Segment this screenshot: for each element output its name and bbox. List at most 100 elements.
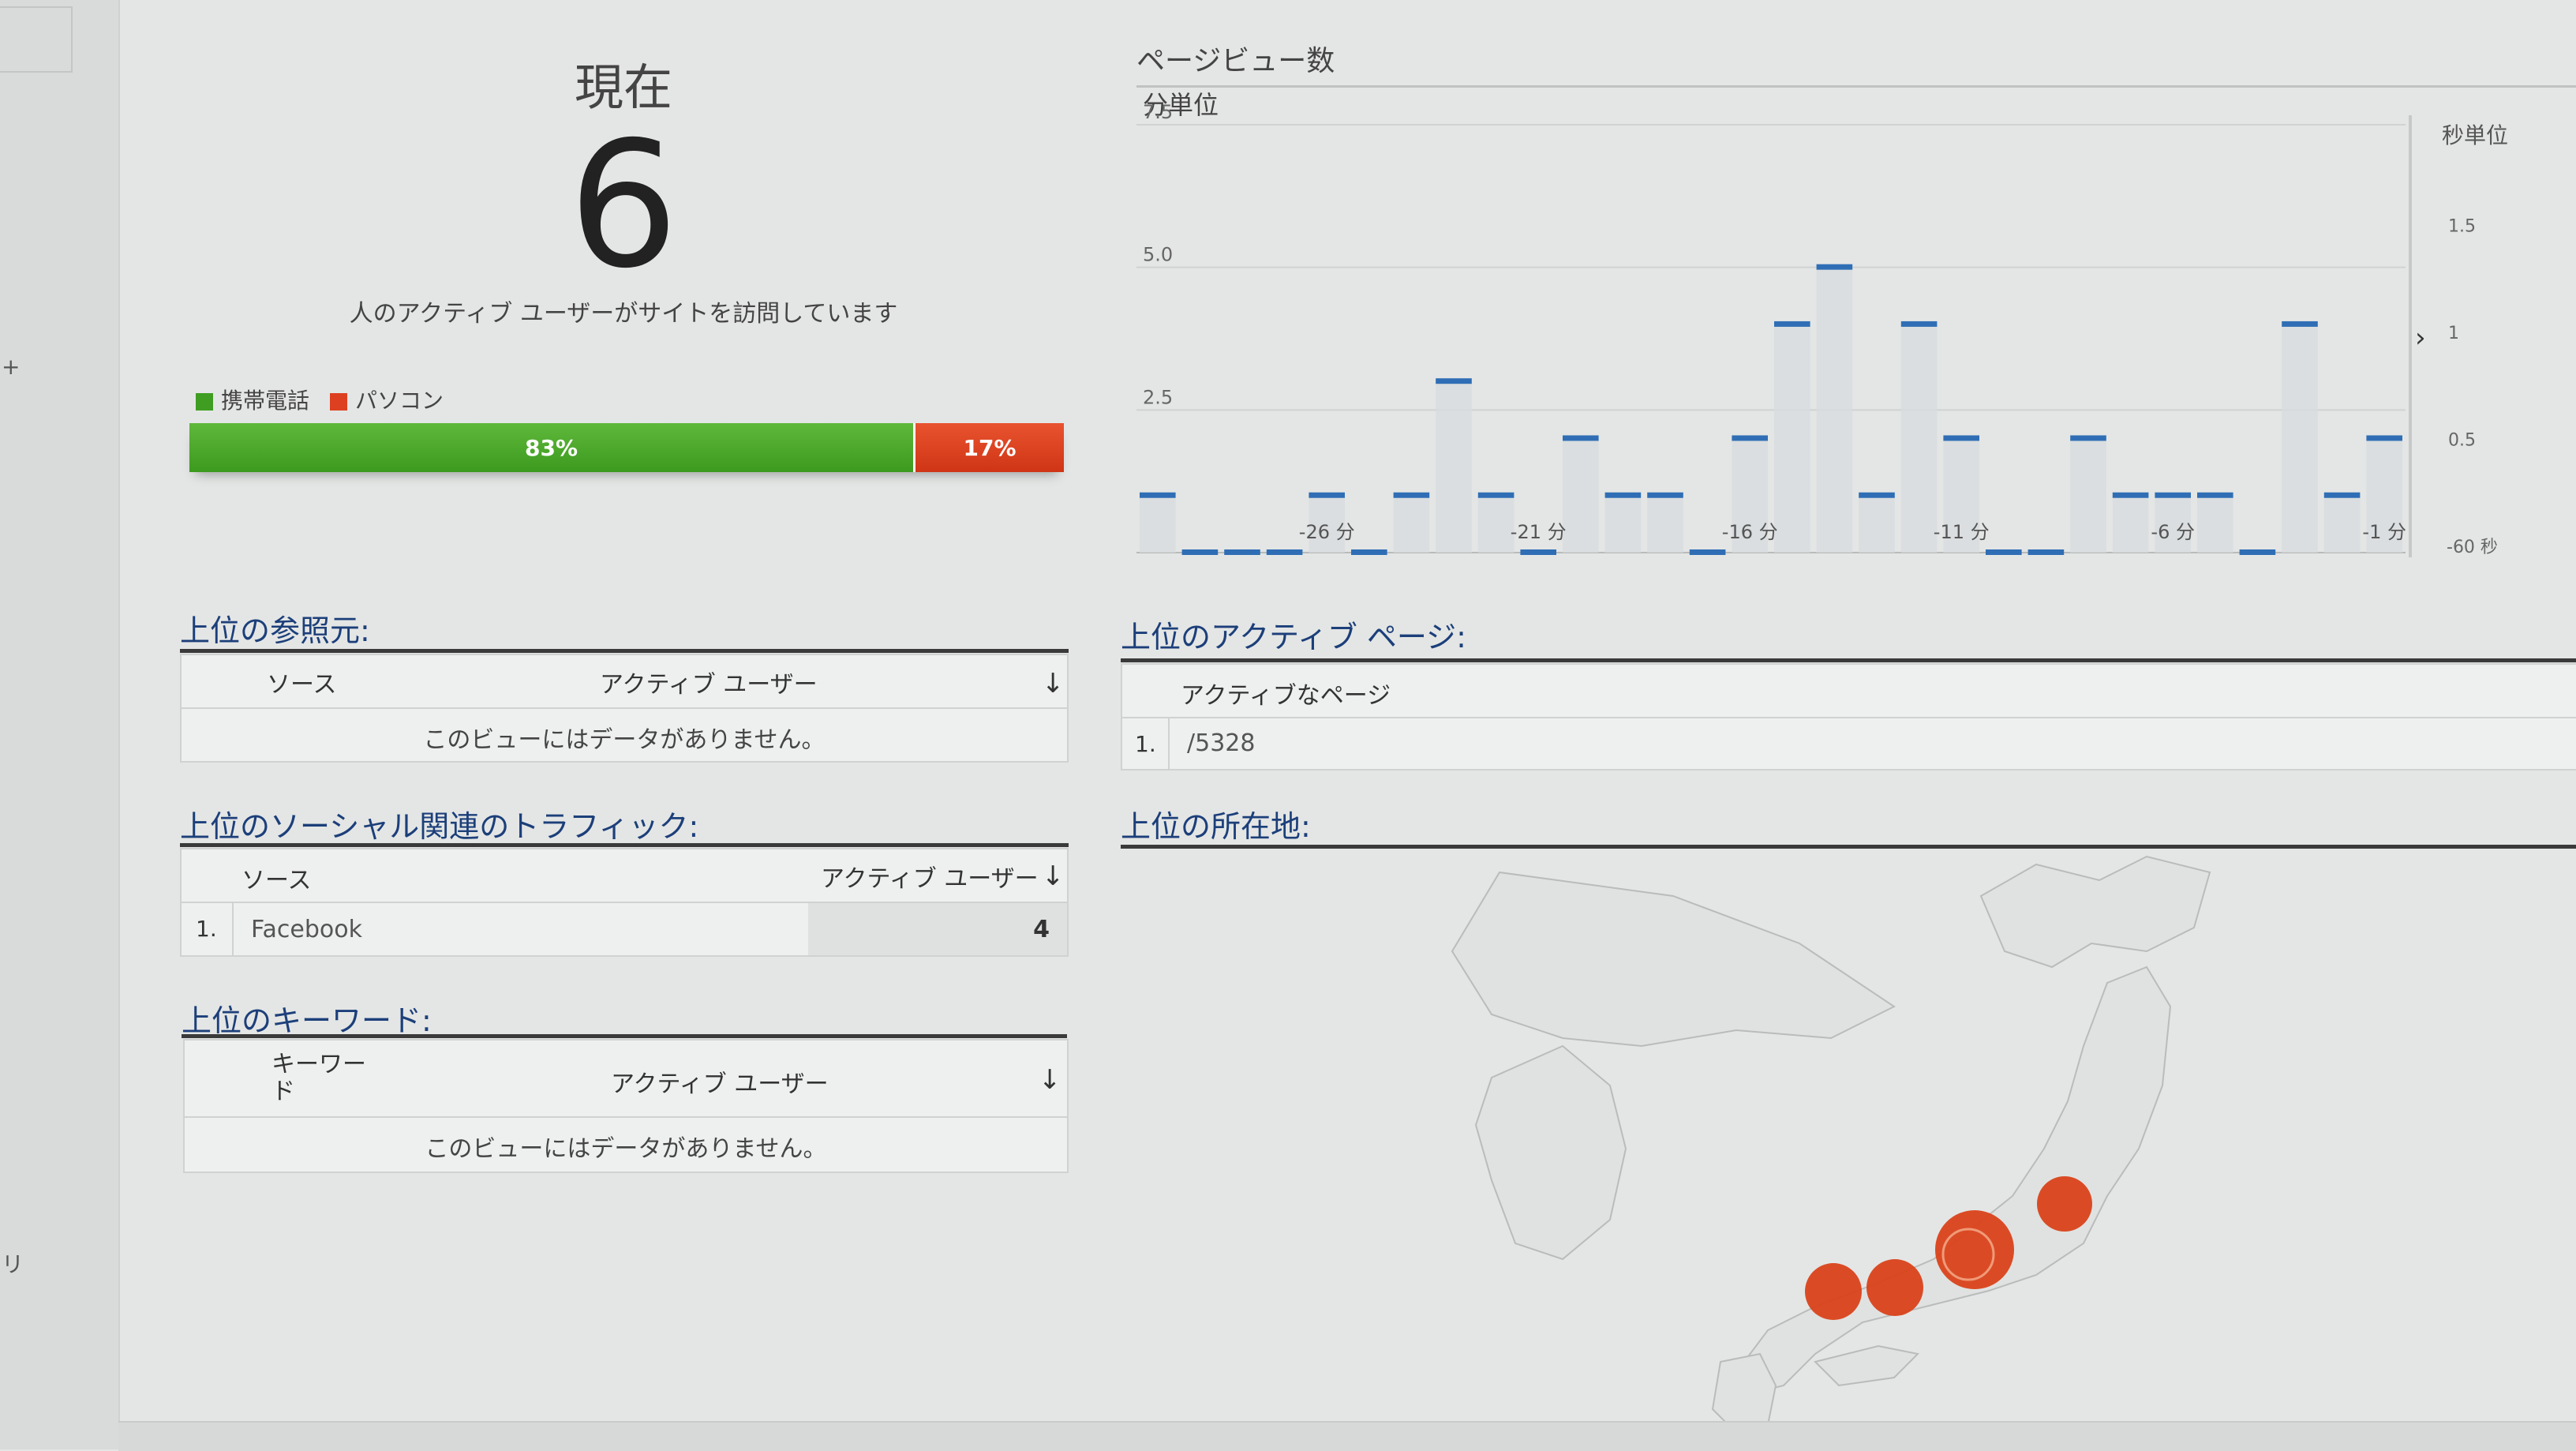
gutter-mark: リ (2, 1251, 24, 1277)
bar-value[interactable] (2366, 435, 2402, 441)
col-source[interactable]: ソース (267, 665, 337, 699)
bar-value[interactable] (2070, 435, 2106, 441)
bar-value[interactable] (1181, 549, 1219, 555)
keywords-header-row: キーワード アクティブ ユーザー ↓ (185, 1040, 1067, 1118)
pageviews-per-minute-chart: 7.5 5.0 2.5 -26 分 -21 分 -16 分 -11 分 -6 分 -1 分 1.5… (1136, 101, 2498, 557)
active-pages-table: アクティブなページ 1. /5328 (1121, 663, 2576, 770)
bar-column (1774, 324, 1810, 553)
sec-y-tick-label: 1 (2448, 324, 2459, 343)
y-tick-label: 2.5 (1143, 386, 1173, 408)
bar-value[interactable] (1986, 549, 2022, 555)
bar-value[interactable] (1563, 435, 1599, 441)
bar-value[interactable] (1436, 378, 1472, 384)
bar-value[interactable] (2282, 321, 2318, 327)
keywords-table: キーワード アクティブ ユーザー ↓ このビューにはデータがありません。 (183, 1039, 1069, 1173)
bar-column (2282, 324, 2318, 553)
row-divider (232, 903, 234, 955)
location-marker[interactable] (1935, 1210, 2014, 1289)
bar-value[interactable] (1477, 492, 1515, 498)
bar-column (1816, 267, 1853, 553)
keywords-title: 上位のキーワード: (182, 1003, 432, 1038)
active-pages-rule (1121, 658, 2576, 662)
bar-value[interactable] (1351, 549, 1387, 555)
row-rank: 1. (196, 916, 217, 942)
col-source[interactable]: ソース (242, 860, 312, 895)
bar-value[interactable] (1943, 435, 1979, 441)
sort-arrow-down-icon[interactable]: ↓ (1042, 668, 1065, 699)
sec-x-tick-label: -60 秒 (2447, 538, 2498, 557)
col-keyword[interactable]: キーワード (271, 1052, 382, 1105)
locations-map[interactable] (1121, 849, 2576, 1434)
bar-column (1647, 495, 1683, 553)
bar-column (1563, 438, 1599, 553)
col-active-users[interactable]: アクティブ ユーザー (821, 859, 1039, 894)
bar-value[interactable] (1816, 264, 1853, 270)
location-marker[interactable] (1866, 1259, 1923, 1316)
map-land-mainland (1451, 871, 1896, 1048)
bar-value[interactable] (1224, 549, 1260, 555)
table-row[interactable]: 1. Facebook 4 (182, 903, 1067, 955)
col-active-users[interactable]: アクティブ ユーザー (600, 665, 818, 699)
bar-column (1436, 381, 1472, 553)
referrers-header-row: ソース アクティブ ユーザー ↓ (182, 655, 1067, 709)
japan-map-svg (1451, 855, 2211, 1434)
referrers-rule (180, 649, 1069, 653)
bar-column (1604, 495, 1642, 553)
referrers-title: 上位の参照元: (180, 613, 370, 648)
locations-title: 上位の所在地: (1121, 809, 1311, 844)
location-marker[interactable] (1805, 1263, 1862, 1320)
table-row[interactable]: 1. /5328 (1122, 718, 2576, 769)
bar-column (1393, 495, 1430, 553)
map-land-hokkaido (1979, 855, 2211, 969)
x-tick-label: -6 分 (2151, 521, 2195, 543)
bottom-status-strip (118, 1421, 2576, 1451)
row-rank: 1. (1135, 731, 1156, 757)
social-table: ソース アクティブ ユーザー ↓ 1. Facebook 4 (180, 848, 1069, 957)
bar-value[interactable] (1604, 492, 1642, 498)
x-tick-label: -1 分 (2362, 521, 2406, 543)
sort-arrow-down-icon[interactable]: ↓ (1039, 1064, 1061, 1096)
bar-value[interactable] (1647, 492, 1683, 498)
col-active-users[interactable]: アクティブ ユーザー (611, 1064, 829, 1099)
keywords-empty-message: このビューにはデータがありません。 (425, 1135, 827, 1163)
bar-value[interactable] (2112, 492, 2149, 498)
bar-value[interactable] (1689, 549, 1726, 555)
bar-column (2323, 495, 2361, 553)
row-value-cell (808, 903, 1067, 955)
col-active-page[interactable]: アクティブなページ (1181, 676, 1391, 711)
bar-value[interactable] (2323, 492, 2361, 498)
bar-value[interactable] (1140, 492, 1176, 498)
bar-column (1140, 495, 1176, 553)
row-source-link[interactable]: Facebook (251, 916, 362, 943)
social-rule (180, 843, 1069, 847)
social-header-row: ソース アクティブ ユーザー ↓ (182, 849, 1067, 903)
bar-value[interactable] (1393, 492, 1430, 498)
sec-y-tick-label: 0.5 (2448, 431, 2476, 451)
map-land-shikoku (1814, 1344, 1920, 1387)
row-page-link[interactable]: /5328 (1187, 729, 1255, 757)
sec-y-tick-label: 1.5 (2448, 217, 2476, 237)
bar-value[interactable] (1859, 492, 1895, 498)
bar-value[interactable] (1774, 321, 1810, 327)
bar-value[interactable] (2239, 549, 2276, 555)
x-tick-label: -26 分 (1299, 521, 1355, 543)
bar-column (2070, 438, 2106, 553)
bar-value[interactable] (2155, 492, 2191, 498)
y-tick-label: 7.5 (1143, 101, 1173, 123)
active-pages-header-row: アクティブなページ (1122, 665, 2576, 718)
row-users: 4 (1033, 916, 1050, 943)
bar-value[interactable] (1309, 492, 1345, 498)
bar-column (2112, 495, 2149, 553)
bar-column (2197, 495, 2233, 553)
sort-arrow-down-icon[interactable]: ↓ (1042, 860, 1065, 892)
bar-value[interactable] (1732, 435, 1768, 441)
bar-column (1859, 495, 1895, 553)
bar-value[interactable] (2197, 492, 2233, 498)
bar-value[interactable] (1900, 321, 1938, 327)
bar-value[interactable] (2027, 549, 2065, 555)
location-marker[interactable] (2037, 1176, 2092, 1232)
x-tick-label: -16 分 (1722, 521, 1778, 543)
active-pages-title: 上位のアクティブ ページ: (1121, 620, 1466, 654)
bar-value[interactable] (1266, 549, 1303, 555)
bar-value[interactable] (1520, 549, 1556, 555)
